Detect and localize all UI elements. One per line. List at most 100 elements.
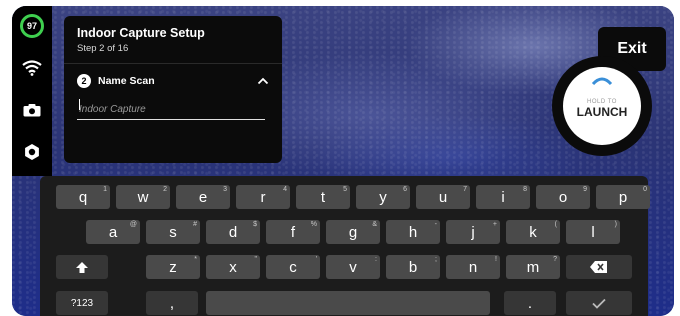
key-f[interactable]: f% [266,220,320,244]
key-hint: # [193,221,197,228]
key-label: n [468,258,478,276]
key-hint: - [434,221,437,228]
key-hint: ; [435,256,437,263]
shift-key[interactable] [56,255,108,279]
key-b[interactable]: b; [386,255,440,279]
key-k[interactable]: k( [506,220,560,244]
key-u[interactable]: u7 [416,185,470,209]
key-w[interactable]: w2 [116,185,170,209]
key-hint: ? [553,256,557,263]
key-hint: ) [614,221,617,228]
setup-title: Indoor Capture Setup [77,26,205,40]
key-i[interactable]: i8 [476,185,530,209]
key-label: a [108,223,118,241]
key-label: l [591,223,595,241]
camera-icon[interactable] [20,98,44,122]
key-label: g [348,223,358,241]
comma-key[interactable]: , [146,291,198,315]
enter-key[interactable] [566,291,632,315]
chevron-up-icon[interactable] [257,75,269,87]
key-hint: ( [554,221,557,228]
backspace-icon [590,261,607,273]
divider [64,63,282,64]
left-toolbar: 97 [12,6,52,176]
key-label: q [78,188,88,206]
period-key[interactable]: . [504,291,556,315]
key-p[interactable]: p0 [596,185,650,209]
wifi-icon[interactable] [20,56,44,80]
key-e[interactable]: e3 [176,185,230,209]
key-hint: ! [495,256,497,263]
key-t[interactable]: t5 [296,185,350,209]
key-z[interactable]: z * [146,255,200,279]
camera-viewport: 97 Indoor Capture Setup Step 2 of 16 2 N… [12,6,674,316]
key-label: w [137,188,149,206]
key-label: s [169,223,177,241]
shift-icon [76,261,88,273]
battery-indicator: 97 [20,14,44,38]
key-hint: * [194,256,197,263]
key-m[interactable]: m? [506,255,560,279]
key-label: u [438,188,448,206]
step-header[interactable]: 2 Name Scan [77,72,269,90]
key-hint: 4 [283,186,287,193]
key-hint: ' [315,256,317,263]
key-j[interactable]: j + [446,220,500,244]
text-cursor [79,99,80,110]
key-label: i [501,188,505,206]
key-label: k [529,223,537,241]
key-label: e [198,188,208,206]
key-hint: $ [253,221,257,228]
key-label: f [290,223,296,241]
key-d[interactable]: d $ [206,220,260,244]
key-q[interactable]: q1 [56,185,110,209]
step-number-badge: 2 [77,74,91,88]
key-hint: " [254,256,258,263]
scan-name-input[interactable] [77,104,265,120]
launch-button[interactable]: HOLD TO LAUNCH [552,56,652,156]
step-label: Name Scan [98,75,155,87]
key-n[interactable]: n! [446,255,500,279]
key-hint: + [492,221,497,228]
key-label: d [228,223,238,241]
key-hint: % [310,221,317,228]
key-hint: 6 [403,186,407,193]
key-label: m [526,258,540,276]
backspace-key[interactable] [566,255,632,279]
key-label: y [379,188,387,206]
key-l[interactable]: l) [566,220,620,244]
key-label: t [320,188,326,206]
key-hint: & [372,221,377,228]
key-v[interactable]: v: [326,255,380,279]
key-label: z [169,258,177,276]
setup-panel: Indoor Capture Setup Step 2 of 16 2 Name… [64,16,282,163]
key-label: v [349,258,357,276]
key-label: c [289,258,297,276]
key-hint: 0 [643,186,647,193]
key-hint: 5 [343,186,347,193]
key-o[interactable]: o9 [536,185,590,209]
symbols-key[interactable]: ?123 [56,291,108,315]
key-x[interactable]: x " [206,255,260,279]
gear-icon[interactable] [20,140,44,164]
key-hint: : [375,256,377,263]
key-hint: 1 [103,186,107,193]
key-c[interactable]: c ' [266,255,320,279]
key-hint: 3 [223,186,227,193]
key-hint: 7 [463,186,467,193]
key-h[interactable]: h- [386,220,440,244]
key-hint: 2 [163,186,167,193]
key-hint: 9 [583,186,587,193]
key-label: j [471,223,475,241]
key-g[interactable]: g & [326,220,380,244]
key-s[interactable]: s # [146,220,200,244]
key-y[interactable]: y6 [356,185,410,209]
key-r[interactable]: r4 [236,185,290,209]
key-label: r [260,188,266,206]
setup-step-counter: Step 2 of 16 [77,43,129,54]
key-label: o [558,188,568,206]
spacebar[interactable] [206,291,490,315]
key-a[interactable]: a @ [86,220,140,244]
key-hint: @ [129,221,137,228]
key-hint: 8 [523,186,527,193]
